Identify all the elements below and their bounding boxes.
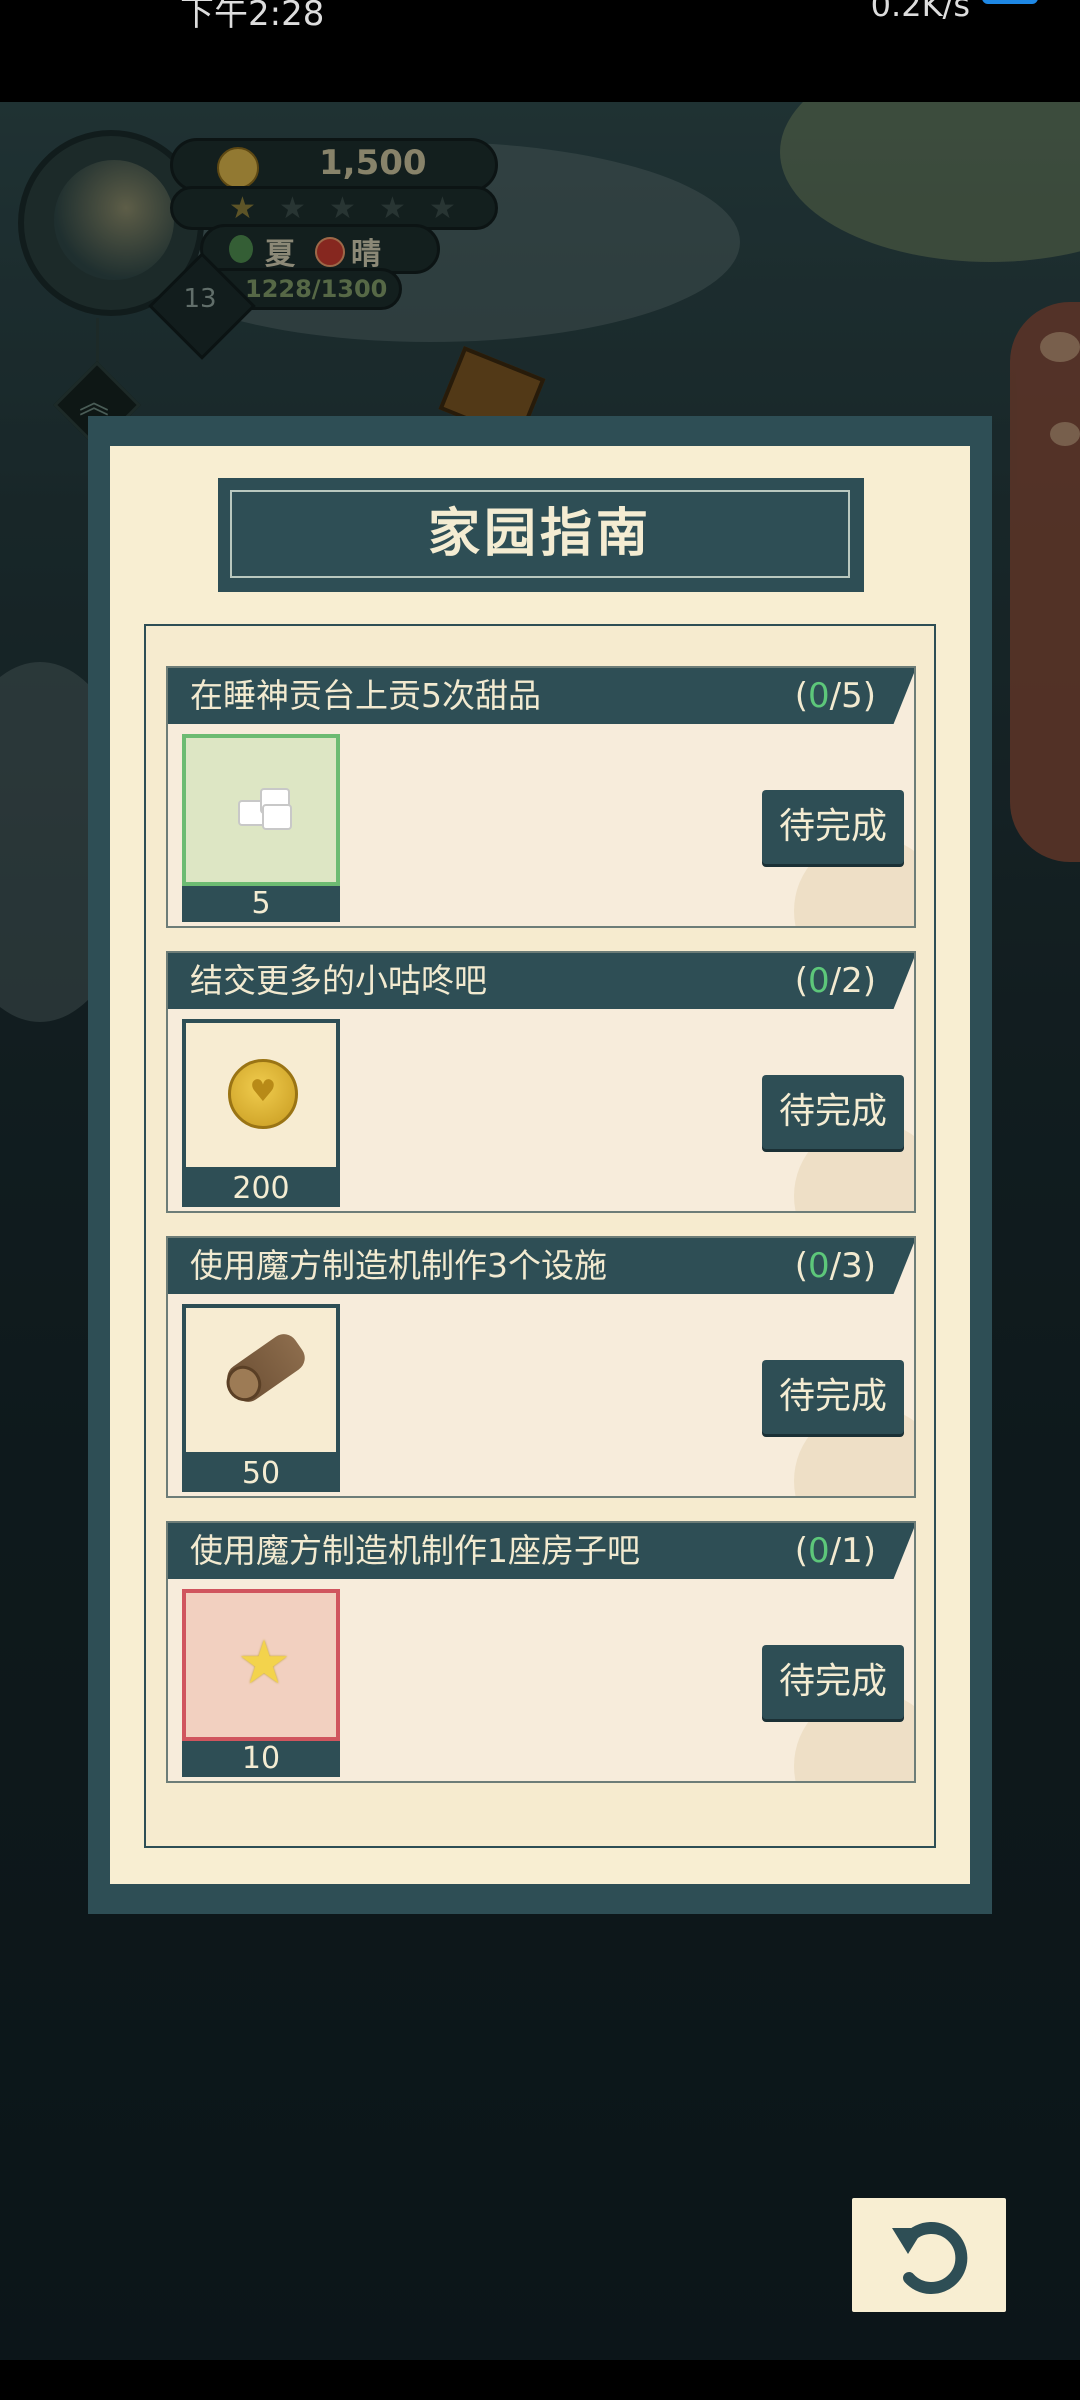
task-progress: (0/5) (794, 676, 876, 716)
reward-tile[interactable] (182, 1304, 340, 1456)
pending-button[interactable]: 待完成 (762, 1075, 904, 1149)
reward-quantity: 5 (182, 886, 340, 922)
reward-quantity: 200 (182, 1171, 340, 1207)
task-title: 结交更多的小咕咚吧 (190, 961, 487, 1000)
reward-tile[interactable]: ★ (182, 1589, 340, 1741)
task-progress: (0/2) (794, 961, 876, 1001)
task-progress: (0/1) (794, 1531, 876, 1571)
pending-button[interactable]: 待完成 (762, 1360, 904, 1434)
reward-quantity: 10 (182, 1741, 340, 1777)
task-progress: (0/3) (794, 1246, 876, 1286)
reward-tile[interactable] (182, 734, 340, 886)
status-bar: 下午2:28 0.2K/s (0, 0, 1080, 102)
return-arrow-icon (892, 2222, 968, 2294)
status-network-speed: 0.2K/s (870, 0, 970, 24)
dialog-title: 家园指南 (427, 504, 652, 564)
sugar-cube-icon (236, 788, 292, 832)
status-time: 下午2:28 (180, 0, 325, 34)
reward-quantity: 50 (182, 1456, 340, 1492)
task-title: 在睡神贡台上贡5次甜品 (190, 676, 541, 715)
pending-button[interactable]: 待完成 (762, 790, 904, 864)
gold-coin-icon: ♥ (228, 1059, 298, 1129)
battery-icon (982, 0, 1038, 4)
star-icon: ★ (237, 1628, 291, 1698)
task-title: 使用魔方制造机制作3个设施 (190, 1246, 607, 1285)
task-card: 使用魔方制造机制作3个设施 (0/3) 50 待完成 (166, 1236, 916, 1498)
task-card: 结交更多的小咕咚吧 (0/2) ♥ 200 待完成 (166, 951, 916, 1213)
wood-log-icon (221, 1328, 311, 1408)
back-button[interactable] (852, 2198, 1006, 2312)
pending-button[interactable]: 待完成 (762, 1645, 904, 1719)
task-card: 使用魔方制造机制作1座房子吧 (0/1) ★ 10 待完成 (166, 1521, 916, 1783)
navigation-bar (0, 2360, 1080, 2400)
task-title: 使用魔方制造机制作1座房子吧 (190, 1531, 640, 1570)
task-card: 在睡神贡台上贡5次甜品 (0/5) 5 待完成 (166, 666, 916, 928)
reward-tile[interactable]: ♥ (182, 1019, 340, 1171)
